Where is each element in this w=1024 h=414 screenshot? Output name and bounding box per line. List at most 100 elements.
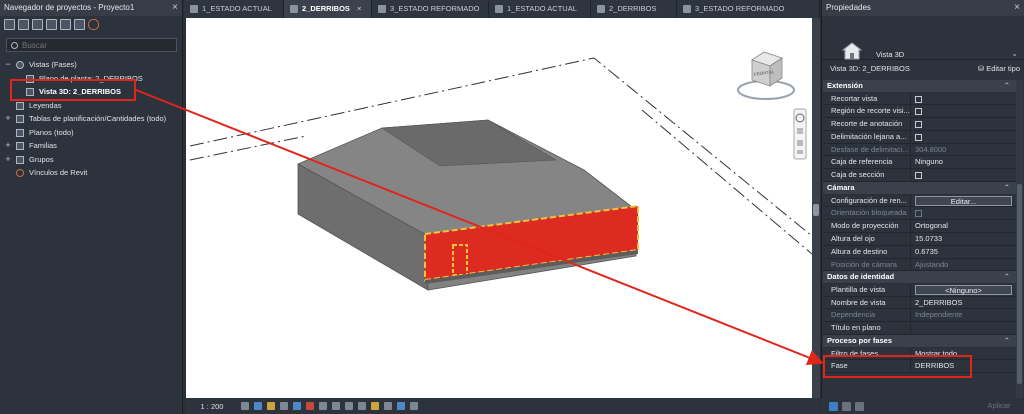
temporary-hide-icon[interactable]: [344, 402, 353, 410]
edit-type-icon: ⛁: [977, 64, 987, 73]
tab-2-derribos-plan[interactable]: 2_DERRIBOS: [591, 0, 677, 18]
type-selector[interactable]: Vista 3D ⌄: [822, 16, 1024, 60]
group-header-proceso-fases[interactable]: Proceso por fases ⌃: [823, 335, 1016, 348]
collapse-icon[interactable]: −: [4, 58, 12, 72]
prop-value[interactable]: Ortogonal: [911, 220, 1016, 232]
close-icon[interactable]: ×: [1014, 0, 1020, 16]
view-control-bar: 1 : 200: [186, 398, 820, 414]
prop-value[interactable]: Mostrar todo: [911, 348, 1016, 360]
floor-plan-view-icon: [495, 5, 503, 13]
sun-path-icon[interactable]: [266, 402, 275, 410]
collapse-icon[interactable]: ⌃: [1004, 335, 1010, 348]
viewport-scrollbar[interactable]: [812, 18, 820, 398]
navigation-bar[interactable]: [793, 108, 807, 160]
expand-icon[interactable]: +: [4, 112, 12, 126]
3d-view-icon: [378, 5, 386, 13]
tree-item-label: Planos (todo): [29, 127, 74, 137]
scrollbar-thumb[interactable]: [813, 204, 819, 216]
analytical-model-icon[interactable]: [383, 402, 392, 410]
close-icon[interactable]: ×: [357, 0, 361, 18]
tab-2-derribos[interactable]: 2_DERRIBOS ×: [284, 0, 372, 18]
tree-item-label: Vista 3D: 2_DERRIBOS: [39, 87, 121, 96]
prop-value[interactable]: 15.0733: [911, 233, 1016, 245]
prop-name: Plantilla de vista: [823, 283, 911, 296]
expand-icon[interactable]: +: [4, 139, 12, 153]
detail-level-icon[interactable]: [240, 402, 249, 410]
tree-item-vista-3d[interactable]: Vista 3D: 2_DERRIBOS: [0, 85, 182, 99]
prop-value[interactable]: Ninguno: [911, 156, 1016, 168]
prop-name: Recorte de anotación: [823, 118, 911, 130]
tree-item-familias[interactable]: + Familias: [0, 139, 182, 153]
chevron-down-icon[interactable]: ⌄: [1011, 49, 1018, 58]
sort-by-group-icon[interactable]: [829, 401, 838, 411]
group-label: Datos de identidad: [827, 272, 895, 282]
views-folder-icon: [16, 61, 24, 69]
expand-icon[interactable]: +: [4, 153, 12, 167]
tree-item-plano-planta[interactable]: Plano de planta: 2_DERRIBOS: [0, 72, 182, 86]
collapse-icon[interactable]: ⌃: [1004, 271, 1010, 284]
link-icon[interactable]: [88, 18, 99, 30]
crop-view-icon[interactable]: [305, 402, 314, 410]
checkbox[interactable]: [915, 172, 922, 180]
views-icon[interactable]: [4, 18, 15, 30]
edit-type-button[interactable]: ⛁ Editar tipo: [978, 64, 1020, 73]
3d-model-view[interactable]: [186, 18, 812, 398]
collapse-icon[interactable]: ⌃: [1004, 182, 1010, 195]
visual-style-icon[interactable]: [253, 402, 262, 410]
floor-plan-icon[interactable]: [18, 18, 29, 30]
view-scale[interactable]: 1 : 200: [186, 402, 238, 411]
sort-alphabetical-icon[interactable]: [842, 401, 851, 411]
family-icon[interactable]: [60, 18, 71, 30]
tree-item-vinculos[interactable]: Vínculos de Revit: [0, 166, 182, 180]
project-browser-tree: − Vistas (Fases) Plano de planta: 2_DERR…: [0, 58, 182, 180]
viewcube-widget[interactable]: FRONTAL: [734, 46, 798, 104]
tab-3-estado-reformado-plan[interactable]: 3_ESTADO REFORMADO: [677, 0, 820, 18]
view-template-button[interactable]: <Ninguno>: [915, 284, 1012, 296]
worksharing-icon[interactable]: [370, 402, 379, 410]
checkbox[interactable]: [915, 108, 922, 116]
reveal-hidden-icon[interactable]: [357, 402, 366, 410]
checkbox[interactable]: [915, 121, 922, 129]
prop-value[interactable]: DERRIBOS: [911, 360, 1016, 372]
tab-1-estado-actual-plan[interactable]: 1_ESTADO ACTUAL: [489, 0, 591, 18]
edit-render-button[interactable]: Editar...: [915, 195, 1012, 207]
checkbox[interactable]: [915, 95, 922, 103]
tree-item-tablas[interactable]: + Tablas de planificación/Cantidades (to…: [0, 112, 182, 126]
highlight-displacement-icon[interactable]: [396, 402, 405, 410]
prop-value: [911, 93, 1016, 105]
tree-item-grupos[interactable]: + Grupos: [0, 153, 182, 167]
tree-item-vistas-fases[interactable]: − Vistas (Fases): [0, 58, 182, 72]
group-header-camara[interactable]: Cámara ⌃: [823, 182, 1016, 195]
tab-1-estado-actual[interactable]: 1_ESTADO ACTUAL: [184, 0, 284, 18]
properties-scrollbar[interactable]: [1016, 80, 1023, 398]
collapse-icon[interactable]: ⌃: [1004, 80, 1010, 93]
3d-viewport[interactable]: FRONTAL: [186, 18, 812, 398]
reveal-constraints-icon[interactable]: [409, 402, 418, 410]
sheet-icon[interactable]: [46, 18, 57, 30]
render-icon[interactable]: [292, 402, 301, 410]
tree-item-planos[interactable]: Planos (todo): [0, 126, 182, 140]
show-crop-icon[interactable]: [318, 402, 327, 410]
prop-value[interactable]: [911, 322, 1016, 334]
close-icon[interactable]: ×: [172, 0, 178, 16]
shadows-icon[interactable]: [279, 402, 288, 410]
prop-value: 304.8000: [915, 144, 947, 154]
prop-value[interactable]: 2_DERRIBOS: [911, 297, 1016, 309]
scrollbar-thumb[interactable]: [1017, 184, 1022, 384]
section-line: [189, 135, 307, 161]
schedule-icon[interactable]: [32, 18, 43, 30]
prop-value[interactable]: 0.6735: [911, 246, 1016, 258]
group-header-datos-identidad[interactable]: Datos de identidad ⌃: [823, 271, 1016, 284]
tab-3-estado-reformado[interactable]: 3_ESTADO REFORMADO: [372, 0, 489, 18]
search-input[interactable]: [22, 40, 162, 50]
lock-view-icon[interactable]: [331, 402, 340, 410]
apply-button[interactable]: Aplicar: [980, 400, 1018, 412]
search-box[interactable]: [6, 38, 177, 52]
instance-selector[interactable]: Vista 3D: 2_DERRIBOS: [830, 64, 910, 73]
prop-row-modo-proyeccion: Modo de proyección Ortogonal: [823, 220, 1016, 233]
checkbox[interactable]: [915, 133, 922, 141]
group-icon[interactable]: [74, 18, 85, 30]
sort-descending-icon[interactable]: [855, 401, 864, 411]
group-header-extension[interactable]: Extensión ⌃: [823, 80, 1016, 93]
tree-item-leyendas[interactable]: Leyendas: [0, 99, 182, 113]
